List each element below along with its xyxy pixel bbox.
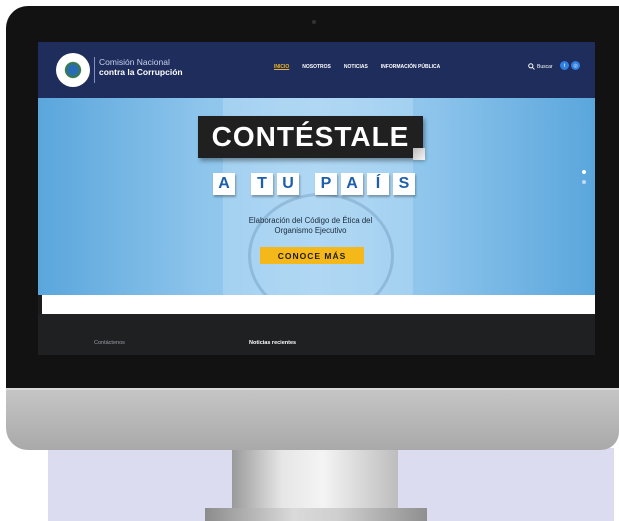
letter-tile: A [341, 173, 363, 195]
monitor-chin [6, 388, 619, 450]
letter-tile: A [213, 173, 235, 195]
hero-slider: CONTÉSTALE A T U P A Í S Elaboración del… [38, 98, 595, 295]
logo-text-line1[interactable]: Comisión Nacional [99, 57, 170, 67]
instagram-icon[interactable]: ◎ [571, 61, 580, 70]
site-footer [38, 314, 595, 355]
main-nav: INICIO NOSOTROS NOTICIAS INFORMACIÓN PÚB… [274, 64, 440, 70]
letter-tile: U [277, 173, 299, 195]
search-button[interactable]: Buscar [528, 63, 553, 70]
monitor-stand-base [205, 508, 427, 521]
hero-title-box: CONTÉSTALE [198, 116, 423, 158]
letter-tile: S [393, 173, 415, 195]
slider-dot-active[interactable] [582, 170, 586, 174]
nav-item-nosotros[interactable]: NOSOTROS [302, 64, 331, 70]
nav-item-inicio[interactable]: INICIO [274, 64, 289, 70]
slider-dot[interactable] [582, 180, 586, 184]
logo-divider [94, 57, 95, 83]
letter-tile: P [315, 173, 337, 195]
twitter-icon[interactable]: t [560, 61, 569, 70]
seal-logo-icon[interactable] [56, 53, 90, 87]
slider-pagination [582, 170, 586, 184]
hero-subtitle-line2: Organismo Ejecutivo [274, 226, 347, 235]
footer-news-heading: Noticias recientes [249, 340, 297, 346]
camera-icon [312, 20, 316, 24]
hero-letter-tiles: A T U P A Í S [213, 173, 415, 195]
nav-item-informacion-publica[interactable]: INFORMACIÓN PÚBLICA [381, 64, 440, 70]
footer-contact-heading: Contáctenos [94, 340, 125, 346]
website-screen: Comisión Nacional contra la Corrupción I… [38, 42, 595, 355]
hero-subtitle: Elaboración del Código de Ética del Orga… [198, 216, 423, 236]
nav-item-noticias[interactable]: NOTICIAS [344, 64, 368, 70]
search-icon [528, 63, 535, 70]
page-curl-decoration [413, 148, 425, 160]
site-header: Comisión Nacional contra la Corrupción I… [38, 42, 595, 98]
logo-text-line2[interactable]: contra la Corrupción [99, 67, 183, 77]
hero-title: CONTÉSTALE [211, 121, 410, 152]
tile-gap [239, 173, 247, 195]
hero-subtitle-line1: Elaboración del Código de Ética del [248, 216, 373, 225]
tile-gap [303, 173, 311, 195]
search-label: Buscar [537, 63, 553, 70]
letter-tile: T [251, 173, 273, 195]
content-section [42, 295, 595, 314]
letter-tile: Í [367, 173, 389, 195]
conoce-mas-button[interactable]: CONOCE MÁS [260, 247, 364, 264]
